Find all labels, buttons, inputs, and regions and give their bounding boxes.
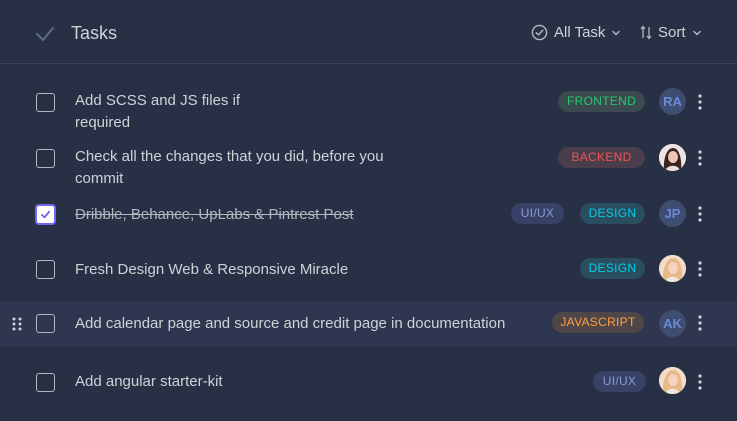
task-row[interactable]: Dribble, Behance, UpLabs & Pintrest Post… — [0, 194, 737, 236]
task-row[interactable]: Add angular starter-kit UI/UX — [0, 361, 737, 403]
avatar — [659, 367, 686, 394]
task-checkbox[interactable] — [36, 314, 55, 333]
task-checkbox[interactable] — [36, 93, 55, 112]
filter-label: All Task — [554, 24, 606, 41]
tag-badge: FRONTEND — [558, 91, 645, 112]
task-checkbox[interactable] — [36, 205, 55, 224]
task-checkbox[interactable] — [36, 149, 55, 168]
tag-badge: JAVASCRIPT — [552, 312, 644, 333]
more-vertical-icon[interactable] — [696, 374, 704, 390]
avatar — [659, 144, 686, 171]
more-vertical-icon[interactable] — [696, 315, 704, 331]
user-photo-icon — [659, 144, 686, 171]
tag-badge: DESIGN — [580, 258, 645, 279]
task-title: Check all the changes that you did, befo… — [75, 148, 384, 187]
page-title: Tasks — [71, 23, 118, 43]
tag-badge: DESIGN — [580, 203, 645, 224]
task-checkbox[interactable] — [36, 260, 55, 279]
check-icon — [36, 27, 54, 41]
avatar — [659, 255, 686, 282]
drag-handle-icon[interactable] — [11, 316, 23, 332]
task-title: Add angular starter-kit — [75, 373, 223, 390]
check-circle-icon — [531, 24, 548, 41]
sort-icon — [640, 25, 652, 40]
more-vertical-icon[interactable] — [696, 206, 704, 222]
user-photo-icon — [659, 367, 686, 394]
task-title: Add calendar page and source and credit … — [75, 315, 506, 332]
avatar: RA — [659, 88, 686, 115]
task-row[interactable]: Add SCSS and JS files if required FRONTE… — [0, 82, 737, 134]
todo-card: Tasks All Task Sort Add SCSS and JS file… — [0, 0, 737, 421]
more-vertical-icon[interactable] — [696, 261, 704, 277]
more-vertical-icon[interactable] — [696, 94, 704, 110]
tag-badge: UI/UX — [593, 371, 646, 392]
sort-dropdown[interactable]: Sort — [640, 24, 702, 41]
tag-badge: UI/UX — [511, 203, 564, 224]
tag-badge: BACKEND — [558, 147, 645, 168]
filter-dropdown[interactable]: All Task — [531, 24, 621, 41]
chevron-down-icon — [692, 30, 701, 35]
sort-label: Sort — [658, 24, 686, 41]
task-title: Fresh Design Web & Responsive Miracle — [75, 261, 349, 278]
avatar: AK — [659, 310, 686, 337]
task-title: Add SCSS and JS files if required — [75, 92, 241, 131]
check-icon — [40, 210, 51, 219]
task-row[interactable]: Fresh Design Web & Responsive Miracle DE… — [0, 249, 737, 291]
more-vertical-icon[interactable] — [696, 150, 704, 166]
todo-header: Tasks All Task Sort — [0, 0, 737, 64]
user-photo-icon — [659, 255, 686, 282]
chevron-down-icon — [612, 30, 621, 35]
task-checkbox[interactable] — [36, 373, 55, 392]
task-row[interactable]: Add calendar page and source and credit … — [0, 301, 737, 347]
avatar: JP — [659, 200, 686, 227]
task-row[interactable]: Check all the changes that you did, befo… — [0, 138, 737, 190]
task-title: Dribble, Behance, UpLabs & Pintrest Post — [75, 206, 354, 223]
